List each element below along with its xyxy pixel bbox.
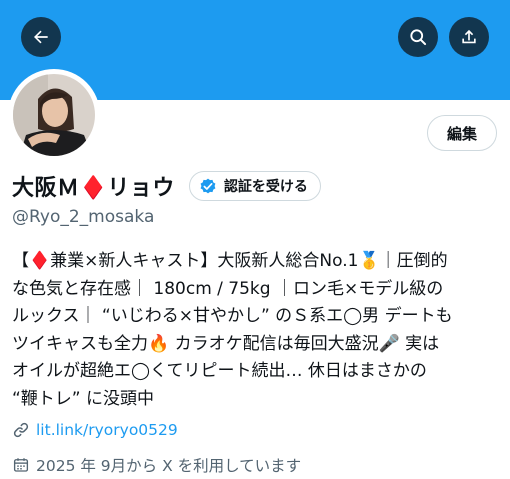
bio-line: 【♦️兼業×新人キャスト】大阪新人総合No.1🥇｜圧倒的 [12,251,448,271]
profile-link-row: lit.link/ryoryo0529 [12,421,178,439]
bio-line: “鞭トレ” に没頭中 [12,388,155,409]
profile-link[interactable]: lit.link/ryoryo0529 [36,421,178,439]
display-name: 大阪Ｍ♦️リョウ [12,176,175,201]
joined-date: 2025 年 9月から X を利用しています [36,457,302,475]
profile-bio: 【♦️兼業×新人キャスト】大阪新人総合No.1🥇｜圧倒的 な色気と存在感｜ 18… [12,248,500,413]
search-icon [410,29,427,46]
link-icon [13,422,29,438]
avatar-photo [13,74,95,156]
arrow-left-icon [34,30,48,44]
share-button[interactable] [449,17,489,57]
bio-line: オイルが超絶エ◯くてリピート続出… 休日はまさかの [12,361,427,381]
name-row: 大阪Ｍ♦️リョウ 認証を受ける [12,170,321,202]
verified-badge-icon [200,178,216,194]
bio-line: ツイキャスも全力🔥 カラオケ配信は毎回大盛況🎤 実は [12,333,440,354]
search-button[interactable] [398,17,438,57]
bio-line: ルックス｜ “いじわる×甘やかし” のＳ系エ◯男 デートも [12,306,453,326]
get-verified-button[interactable]: 認証を受ける [188,171,321,201]
joined-date-row: 2025 年 9月から X を利用しています [12,454,301,476]
back-button[interactable] [21,17,61,57]
avatar[interactable] [8,69,100,161]
share-icon [462,29,476,44]
edit-profile-button[interactable]: 編集 [427,115,497,151]
calendar-icon [13,458,29,472]
get-verified-label: 認証を受ける [223,179,308,195]
user-handle: @Ryo_2_mosaka [12,207,155,227]
bio-line: な色気と存在感｜ 180cm / 75kg ｜ロン毛×モデル級の [12,278,444,299]
